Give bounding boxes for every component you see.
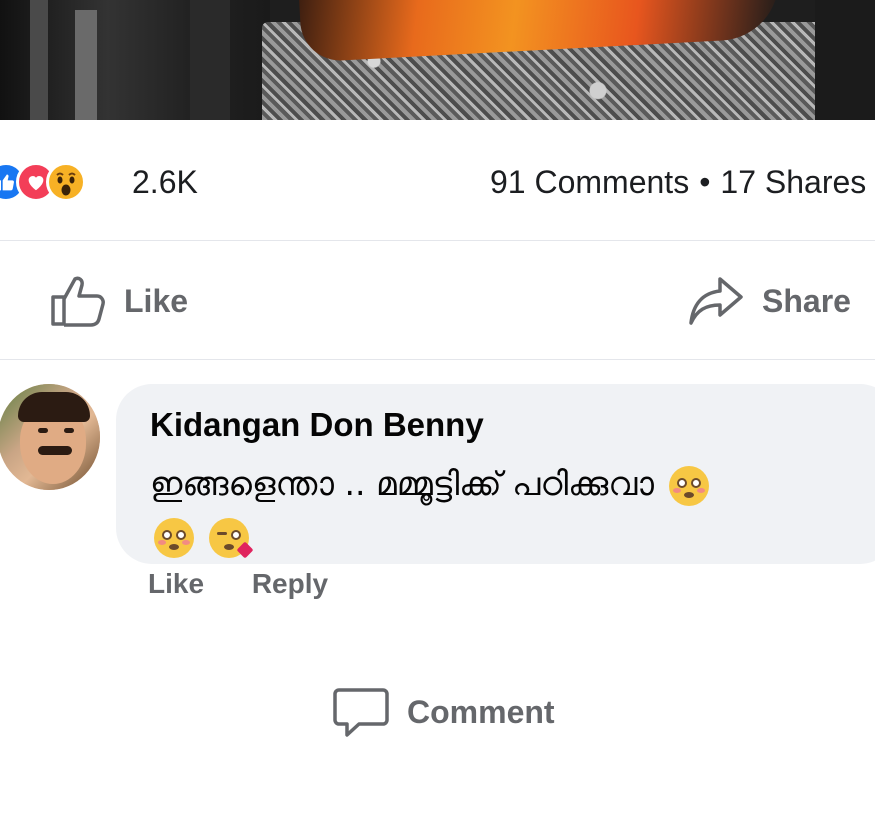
flushed-emoji xyxy=(668,465,709,506)
share-arrow-icon xyxy=(688,275,744,327)
reaction-count[interactable]: 2.6K xyxy=(132,160,198,204)
comment-button[interactable]: Comment xyxy=(333,601,875,824)
comment-label: Comment xyxy=(407,694,555,730)
share-button[interactable]: Share xyxy=(688,271,851,331)
avatar-eye xyxy=(64,428,74,433)
comment-bubble[interactable]: Kidangan Don Benny ഇങ്ങളെന്താ .. മമ്മൂട്… xyxy=(116,384,875,564)
post-stats-row: 2.6K 91 Comments • 17 Shares xyxy=(0,120,875,241)
comment-reply-link[interactable]: Reply xyxy=(252,568,328,599)
share-label: Share xyxy=(762,282,851,319)
post-action-bar: Like Comment Share xyxy=(0,241,875,737)
comment-item: Kidangan Don Benny ഇങ്ങളെന്താ .. മമ്മൂട്… xyxy=(0,360,875,599)
comment-like-link[interactable]: Like xyxy=(148,568,204,599)
comment-author[interactable]: Kidangan Don Benny xyxy=(150,406,484,444)
avatar-hair xyxy=(18,392,90,422)
comment-footer: Like Reply xyxy=(148,568,368,600)
image-detail xyxy=(190,0,230,120)
comment-text: ഇങ്ങളെന്താ .. മമ്മൂട്ടിക്ക് പഠിക്കുവാ xyxy=(150,458,875,562)
like-button[interactable]: Like xyxy=(50,271,188,331)
reaction-icons[interactable] xyxy=(0,160,86,204)
post-image[interactable] xyxy=(0,0,875,120)
image-detail xyxy=(815,0,875,120)
like-label: Like xyxy=(124,282,189,319)
avatar-mustache xyxy=(38,446,72,455)
separator-dot: • xyxy=(699,164,711,200)
image-detail xyxy=(30,0,48,120)
shares-count[interactable]: 17 Shares xyxy=(720,164,866,200)
avatar-eye xyxy=(38,428,48,433)
thumbs-up-icon xyxy=(50,275,106,327)
kiss-emoji xyxy=(208,517,253,558)
comment-body: ഇങ്ങളെന്താ .. മമ്മൂട്ടിക്ക് പഠിക്കുവാ xyxy=(150,464,654,503)
comments-count[interactable]: 91 Comments xyxy=(490,164,689,200)
avatar[interactable] xyxy=(0,384,100,490)
flushed-emoji xyxy=(154,517,194,558)
engagement-summary: 91 Comments • 17 Shares xyxy=(490,160,866,204)
wow-reaction-icon xyxy=(46,162,86,202)
comment-bubble-icon xyxy=(333,686,389,740)
image-detail xyxy=(75,10,97,120)
